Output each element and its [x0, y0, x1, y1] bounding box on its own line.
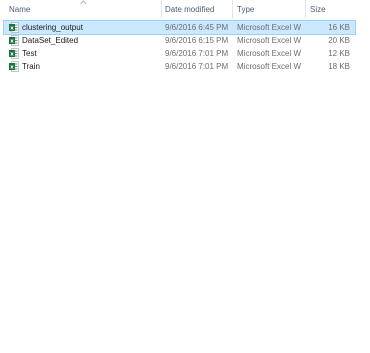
- file-type: Microsoft Excel W...: [237, 49, 301, 58]
- file-name: Train: [22, 62, 40, 71]
- svg-text:x: x: [10, 39, 14, 45]
- file-name: Test: [22, 49, 37, 58]
- excel-file-icon: x: [9, 48, 19, 59]
- file-size: 12 KB: [328, 49, 350, 58]
- file-size: 18 KB: [328, 62, 350, 71]
- file-row[interactable]: x clustering_output 9/6/2016 6:45 PM Mic…: [3, 20, 356, 35]
- file-type: Microsoft Excel W...: [237, 36, 301, 45]
- excel-file-icon: x: [9, 35, 19, 46]
- file-row[interactable]: x Train 9/6/2016 7:01 PM Microsoft Excel…: [4, 60, 355, 73]
- svg-text:x: x: [10, 52, 14, 58]
- file-name: DataSet_Edited: [22, 36, 79, 45]
- file-size: 16 KB: [328, 23, 350, 32]
- column-header-date-modified[interactable]: Date modified: [165, 0, 214, 18]
- column-separator[interactable]: [161, 0, 162, 18]
- file-date-modified: 9/6/2016 7:01 PM: [165, 62, 229, 71]
- column-header-bar: Name Date modified Type Size: [0, 0, 358, 18]
- excel-file-icon: x: [9, 22, 19, 33]
- file-type: Microsoft Excel W...: [237, 23, 301, 32]
- column-header-size[interactable]: Size: [310, 0, 326, 18]
- file-date-modified: 9/6/2016 7:01 PM: [165, 49, 229, 58]
- file-date-modified: 9/6/2016 6:15 PM: [165, 36, 229, 45]
- file-name: clustering_output: [22, 23, 83, 32]
- file-row[interactable]: x DataSet_Edited 9/6/2016 6:15 PM Micros…: [4, 34, 355, 47]
- file-row[interactable]: x Test 9/6/2016 7:01 PM Microsoft Excel …: [4, 47, 355, 60]
- svg-text:x: x: [10, 65, 14, 71]
- column-header-type[interactable]: Type: [237, 0, 254, 18]
- file-type: Microsoft Excel W...: [237, 62, 301, 71]
- file-date-modified: 9/6/2016 6:45 PM: [165, 23, 229, 32]
- column-separator[interactable]: [305, 0, 306, 18]
- svg-text:x: x: [10, 26, 14, 32]
- excel-file-icon: x: [9, 61, 19, 72]
- sort-up-chevron-icon: [80, 0, 87, 5]
- column-header-name[interactable]: Name: [9, 0, 30, 18]
- column-separator[interactable]: [232, 0, 233, 18]
- file-size: 20 KB: [328, 36, 350, 45]
